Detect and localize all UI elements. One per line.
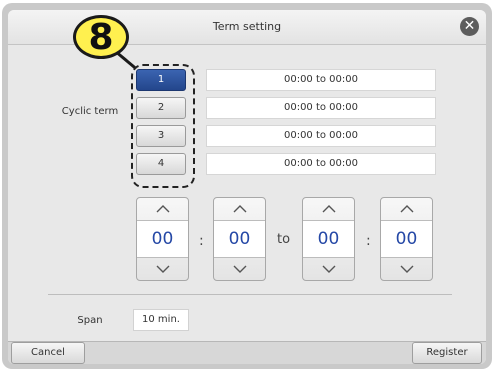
- start-minute-spinner: 00: [213, 197, 266, 281]
- end-minute-spinner: 00: [380, 197, 433, 281]
- end-hour-value: 00: [303, 220, 354, 258]
- cancel-button[interactable]: Cancel: [11, 342, 85, 364]
- section-divider: [48, 294, 452, 295]
- term-setting-dialog: Term setting ✕ Cyclic term 1 00:00 to 00…: [8, 10, 486, 364]
- end-hour-up-button[interactable]: [303, 198, 354, 220]
- start-minute-value: 00: [214, 220, 265, 258]
- badge-pointer: [117, 52, 136, 69]
- start-hour-value: 00: [137, 220, 188, 258]
- end-minute-up-button[interactable]: [381, 198, 432, 220]
- close-icon: ✕: [463, 18, 476, 34]
- start-hour-spinner: 00: [136, 197, 189, 281]
- chevron-up-icon: [322, 205, 335, 213]
- end-hour-spinner: 00: [302, 197, 355, 281]
- chevron-down-icon: [400, 265, 413, 273]
- term-buttons-highlight: [131, 64, 195, 188]
- chevron-up-icon: [233, 205, 246, 213]
- to-label: to: [277, 232, 291, 247]
- end-minute-down-button[interactable]: [381, 258, 432, 280]
- start-hour-up-button[interactable]: [137, 198, 188, 220]
- end-colon: :: [366, 233, 371, 249]
- chevron-up-icon: [400, 205, 413, 213]
- chevron-down-icon: [322, 265, 335, 273]
- register-button[interactable]: Register: [412, 342, 482, 364]
- end-hour-down-button[interactable]: [303, 258, 354, 280]
- step-badge: 8: [73, 15, 129, 59]
- close-button[interactable]: ✕: [460, 17, 479, 36]
- start-hour-down-button[interactable]: [137, 258, 188, 280]
- chevron-down-icon: [233, 265, 246, 273]
- chevron-up-icon: [156, 205, 169, 213]
- term-1-range: 00:00 to 00:00: [206, 69, 436, 91]
- span-label: Span: [77, 315, 103, 326]
- start-colon: :: [199, 233, 204, 249]
- cyclic-term-label: Cyclic term: [61, 106, 119, 117]
- start-minute-down-button[interactable]: [214, 258, 265, 280]
- span-value-field[interactable]: 10 min.: [133, 309, 189, 331]
- term-3-range: 00:00 to 00:00: [206, 125, 436, 147]
- term-4-range: 00:00 to 00:00: [206, 153, 436, 175]
- term-2-range: 00:00 to 00:00: [206, 97, 436, 119]
- start-minute-up-button[interactable]: [214, 198, 265, 220]
- end-minute-value: 00: [381, 220, 432, 258]
- chevron-down-icon: [156, 265, 169, 273]
